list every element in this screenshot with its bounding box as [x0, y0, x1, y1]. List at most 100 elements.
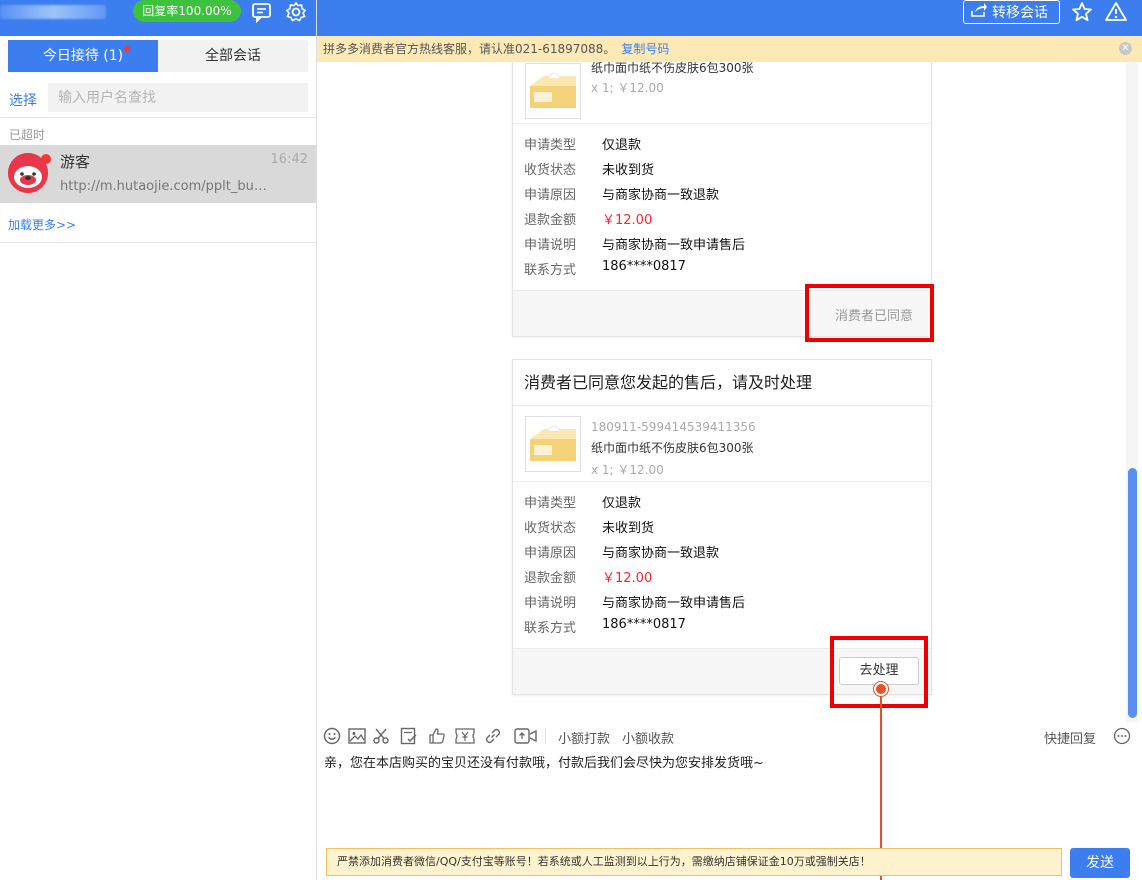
link-icon[interactable] — [483, 726, 503, 746]
conversation-item[interactable]: 游客 16:42 http://m.hutaojie.com/pplt_bu… — [0, 145, 316, 203]
detail-label: 申请类型 — [524, 496, 577, 511]
detail-value: 186****0817 — [602, 259, 686, 274]
copy-number-link[interactable]: 复制号码 — [621, 42, 669, 56]
detail-value: 与商家协商一致申请售后 — [602, 238, 746, 253]
detail-value: 未收到货 — [602, 163, 655, 178]
more-chat-icon[interactable] — [1112, 726, 1132, 746]
detail-row: 收货状态 未收到货 — [524, 159, 931, 184]
product-name: 纸巾面巾纸不伤皮肤6包300张 — [591, 441, 754, 455]
detail-row: 申请类型 仅退款 — [524, 492, 931, 517]
hotline-notice: 拼多多消费者官方热线客服，请认准021-61897088。 复制号码 ✕ — [317, 36, 1142, 62]
quick-reply-button[interactable]: 快捷回复 — [1044, 728, 1096, 747]
detail-value: 与商家协商一致申请售后 — [602, 596, 746, 611]
detail-label: 申请说明 — [524, 238, 577, 253]
sidebar-tabs: 今日接待 (1) 全部会话 — [8, 40, 308, 72]
video-upload-icon[interactable] — [513, 726, 539, 746]
select-link[interactable]: 选择 — [9, 90, 37, 110]
product-qty-price: x 1; ￥12.00 — [591, 463, 664, 477]
new-message-dot — [41, 154, 51, 164]
highlight-box-process — [830, 636, 928, 708]
scissors-icon[interactable] — [371, 726, 391, 746]
compliance-warning: 严禁添加消费者微信/QQ/支付宝等账号！若系统或人工监测到以上行为，需缴纳店铺保… — [326, 848, 1062, 876]
conversation-time: 16:42 — [270, 152, 308, 167]
reply-rate-badge: 回复率100.00% — [133, 0, 241, 22]
transfer-label: 转移会话 — [992, 5, 1048, 21]
transfer-conversation-button[interactable]: 转移会话 — [963, 0, 1060, 24]
load-more-link[interactable]: 加载更多>> — [8, 216, 76, 233]
input-toolbar: 小额打款 小额收款 快捷回复 — [317, 722, 1142, 750]
detail-label: 联系方式 — [524, 263, 577, 278]
detail-row: 申请说明 与商家协商一致申请售后 — [524, 592, 931, 617]
refund-details: 申请类型 仅退款 收货状态 未收到货 申请原因 与商家协商一致退款 退款金额 ￥12.0… — [513, 124, 931, 290]
product-info: 180911-599414539411356 纸巾面巾纸不伤皮肤6包300张 x… — [513, 406, 931, 482]
app-window: 回复率100.00% 转移会话 今日接待 (1) 全部会话 选择 输入用户名查找… — [0, 0, 1142, 880]
refund-amount: ￥12.00 — [602, 571, 653, 586]
gear-icon[interactable] — [284, 0, 308, 24]
detail-value: 仅退款 — [602, 496, 642, 511]
search-input[interactable] — [48, 83, 308, 112]
detail-label: 申请原因 — [524, 546, 577, 561]
image-icon[interactable] — [347, 726, 367, 746]
product-qty-price: x 1; ￥12.00 — [591, 81, 664, 95]
share-icon — [970, 2, 988, 22]
detail-label: 申请说明 — [524, 596, 577, 611]
tab-today-label: 今日接待 (1) — [42, 48, 124, 64]
close-icon[interactable]: ✕ — [1119, 42, 1132, 55]
conversation-preview: http://m.hutaojie.com/pplt_bu… — [60, 179, 267, 194]
detail-row: 申请类型 仅退款 — [524, 134, 931, 159]
detail-label: 联系方式 — [524, 621, 577, 636]
tab-all-conversations[interactable]: 全部会话 — [158, 40, 308, 72]
star-icon[interactable] — [1070, 0, 1094, 24]
detail-label: 收货状态 — [524, 521, 577, 536]
detail-row: 申请说明 与商家协商一致申请售后 — [524, 234, 931, 259]
product-image — [525, 416, 581, 472]
emoji-icon[interactable] — [322, 726, 342, 746]
detail-value: 与商家协商一致退款 — [602, 188, 720, 203]
refund-details: 申请类型 仅退款 收货状态 未收到货 申请原因 与商家协商一致退款 退款金额 ￥12.0… — [513, 482, 931, 648]
tab-today-reception[interactable]: 今日接待 (1) — [8, 40, 158, 72]
detail-value: 未收到货 — [602, 521, 655, 536]
message-input[interactable]: 亲，您在本店购买的宝贝还没有付款哦，付款后我们会尽快为您安排发货哦~ — [324, 752, 764, 771]
detail-label: 退款金额 — [524, 571, 577, 586]
detail-value: 仅退款 — [602, 138, 642, 153]
conversation-name: 游客 — [60, 153, 91, 171]
annotation-dot — [874, 682, 888, 696]
unread-dot — [124, 46, 130, 52]
search-row: 选择 — [0, 82, 316, 118]
sidebar-separator — [0, 242, 316, 243]
message-edit-icon[interactable] — [250, 0, 274, 24]
blurred-username — [0, 5, 106, 19]
detail-row: 退款金额 ￥12.00 — [524, 209, 931, 234]
detail-row: 退款金额 ￥12.00 — [524, 567, 931, 592]
detail-value: 与商家协商一致退款 — [602, 546, 720, 561]
conversation-sidebar: 今日接待 (1) 全部会话 选择 已超时 — [0, 36, 316, 880]
small-collect-button[interactable]: 小额收款 — [622, 728, 674, 747]
detail-row: 申请原因 与商家协商一致退款 — [524, 184, 931, 209]
notice-text: 拼多多消费者官方热线客服，请认准021-61897088。 — [323, 42, 616, 56]
detail-label: 退款金额 — [524, 213, 577, 228]
tab-all-label: 全部会话 — [205, 48, 261, 64]
detail-row: 收货状态 未收到货 — [524, 517, 931, 542]
thumbs-up-icon[interactable] — [427, 726, 447, 746]
chat-messages: 180911-599414539411356 纸巾面巾纸不伤皮肤6包300张 x… — [317, 62, 1142, 722]
product-info: 180911-599414539411356 纸巾面巾纸不伤皮肤6包300张 x… — [513, 62, 931, 124]
detail-value: 186****0817 — [602, 617, 686, 632]
product-image — [525, 63, 581, 119]
highlight-box-status — [805, 284, 934, 342]
chat-scrollbar-thumb[interactable] — [1128, 468, 1137, 718]
card-title: 消费者已同意您发起的售后，请及时处理 — [513, 360, 931, 406]
detail-row: 联系方式 186****0817 — [524, 259, 931, 284]
coupon-icon[interactable] — [455, 726, 475, 746]
detail-label: 收货状态 — [524, 163, 577, 178]
detail-row: 申请原因 与商家协商一致退款 — [524, 542, 931, 567]
send-button[interactable]: 发送 — [1070, 848, 1130, 878]
product-name: 纸巾面巾纸不伤皮肤6包300张 — [591, 62, 754, 75]
warning-icon[interactable] — [1104, 0, 1128, 24]
order-check-icon[interactable] — [399, 726, 419, 746]
refund-amount: ￥12.00 — [602, 213, 653, 228]
top-bar: 回复率100.00% 转移会话 — [0, 0, 1142, 36]
toolbar-separator — [545, 728, 546, 744]
detail-label: 申请原因 — [524, 188, 577, 203]
detail-label: 申请类型 — [524, 138, 577, 153]
small-payment-button[interactable]: 小额打款 — [558, 728, 610, 747]
